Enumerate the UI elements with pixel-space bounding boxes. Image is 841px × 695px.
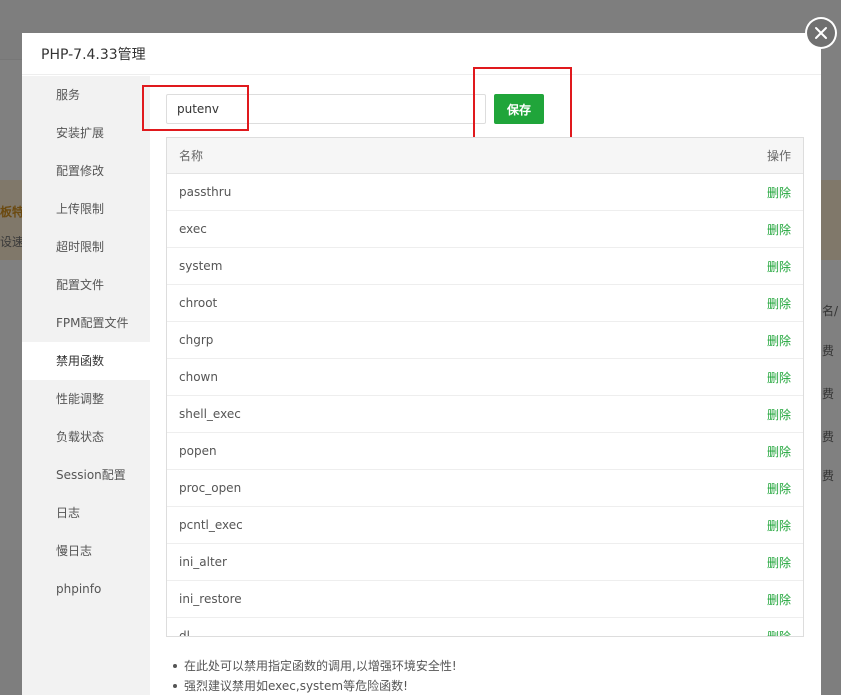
delete-link[interactable]: 删除 [767, 258, 791, 275]
delete-link[interactable]: 删除 [767, 480, 791, 497]
background-text: 费 [822, 344, 835, 358]
table-row: passthru 删除 [167, 174, 803, 211]
function-name: ini_restore [179, 592, 242, 606]
close-dialog-button[interactable] [805, 17, 837, 49]
sidebar-item-config-file[interactable]: 配置文件 [22, 266, 150, 304]
function-name: dl [179, 629, 190, 637]
background-notice-right [821, 180, 841, 260]
delete-link[interactable]: 删除 [767, 628, 791, 637]
delete-link[interactable]: 删除 [767, 591, 791, 608]
delete-link[interactable]: 删除 [767, 406, 791, 423]
background-text: 板特 [0, 205, 25, 219]
background-text: 名/ [822, 304, 839, 318]
function-name: ini_alter [179, 555, 227, 569]
sidebar: 服务 安装扩展 配置修改 上传限制 超时限制 配置文件 FPM配置文件 禁用函数… [22, 76, 150, 695]
sidebar-item-phpinfo[interactable]: phpinfo [22, 570, 150, 608]
table-row: system 删除 [167, 248, 803, 285]
sidebar-item-load-status[interactable]: 负载状态 [22, 418, 150, 456]
background-text: 费 [822, 387, 835, 401]
close-icon [807, 19, 835, 47]
table-row: proc_open 删除 [167, 470, 803, 507]
sidebar-item-timeout-limit[interactable]: 超时限制 [22, 228, 150, 266]
delete-link[interactable]: 删除 [767, 554, 791, 571]
delete-link[interactable]: 删除 [767, 221, 791, 238]
delete-link[interactable]: 删除 [767, 517, 791, 534]
function-name: system [179, 259, 223, 273]
tip-item: 在此处可以禁用指定函数的调用,以增强环境安全性! [170, 656, 457, 676]
delete-link[interactable]: 删除 [767, 332, 791, 349]
delete-link[interactable]: 删除 [767, 443, 791, 460]
table-row: dl 删除 [167, 618, 803, 637]
sidebar-item-session-config[interactable]: Session配置 [22, 456, 150, 494]
function-name-input[interactable] [166, 94, 486, 124]
tips-list: 在此处可以禁用指定函数的调用,以增强环境安全性! 强烈建议禁用如exec,sys… [170, 656, 457, 695]
sidebar-item-performance-tuning[interactable]: 性能调整 [22, 380, 150, 418]
function-name: exec [179, 222, 207, 236]
sidebar-item-fpm-config-file[interactable]: FPM配置文件 [22, 304, 150, 342]
background-text: 费 [822, 469, 835, 483]
function-name: shell_exec [179, 407, 241, 421]
function-name: chgrp [179, 333, 214, 347]
sidebar-item-service[interactable]: 服务 [22, 76, 150, 114]
function-name: chroot [179, 296, 218, 310]
column-header-name: 名称 [179, 149, 204, 163]
table-row: ini_restore 删除 [167, 581, 803, 618]
tip-item: 强烈建议禁用如exec,system等危险函数! [170, 676, 457, 695]
table-row: shell_exec 删除 [167, 396, 803, 433]
sidebar-item-install-extension[interactable]: 安装扩展 [22, 114, 150, 152]
table-row: chgrp 删除 [167, 322, 803, 359]
dialog-header: PHP-7.4.33管理 [22, 33, 821, 75]
table-row: chown 删除 [167, 359, 803, 396]
dialog-body: 服务 安装扩展 配置修改 上传限制 超时限制 配置文件 FPM配置文件 禁用函数… [22, 67, 821, 695]
sidebar-item-config-edit[interactable]: 配置修改 [22, 152, 150, 190]
function-name: chown [179, 370, 218, 384]
delete-link[interactable]: 删除 [767, 184, 791, 201]
table-header: 名称 操作 [167, 138, 803, 174]
delete-link[interactable]: 删除 [767, 369, 791, 386]
table-row: chroot 删除 [167, 285, 803, 322]
disabled-functions-table: 名称 操作 passthru 删除 exec 删除 system 删除 chroot 删除 ch… [166, 137, 804, 637]
disabled-functions-panel: 保存 名称 操作 passthru 删除 exec 删除 system 删除 chroot 删… [142, 67, 821, 695]
sidebar-item-disabled-functions[interactable]: 禁用函数 [22, 342, 150, 380]
php-manager-dialog: PHP-7.4.33管理 服务 安装扩展 配置修改 上传限制 超时限制 配置文件… [22, 33, 821, 695]
function-name: popen [179, 444, 217, 458]
save-button[interactable]: 保存 [494, 94, 544, 124]
dialog-title: PHP-7.4.33管理 [41, 46, 146, 63]
table-row: popen 删除 [167, 433, 803, 470]
sidebar-item-upload-limit[interactable]: 上传限制 [22, 190, 150, 228]
delete-link[interactable]: 删除 [767, 295, 791, 312]
function-name: pcntl_exec [179, 518, 243, 532]
function-name: passthru [179, 185, 232, 199]
column-header-action: 操作 [766, 149, 791, 163]
sidebar-item-slow-log[interactable]: 慢日志 [22, 532, 150, 570]
function-name: proc_open [179, 481, 242, 495]
table-row: exec 删除 [167, 211, 803, 248]
background-text: 费 [822, 430, 835, 444]
table-row: ini_alter 删除 [167, 544, 803, 581]
sidebar-item-log[interactable]: 日志 [22, 494, 150, 532]
table-row: pcntl_exec 删除 [167, 507, 803, 544]
